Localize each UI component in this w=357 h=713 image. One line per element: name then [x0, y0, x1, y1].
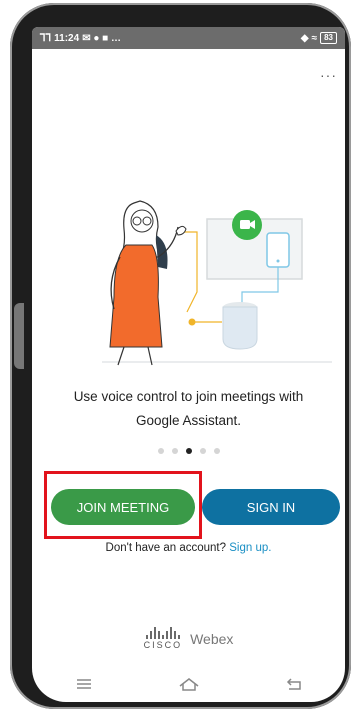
cisco-logo: CISCO: [144, 627, 183, 650]
shield-icon: ◆: [300, 32, 309, 44]
signup-row: Don't have an account? Sign up.: [32, 542, 345, 554]
page-dot: [199, 448, 206, 454]
home-icon[interactable]: [178, 676, 200, 692]
android-nav-bar: [32, 667, 345, 701]
more-options-button[interactable]: ···: [320, 67, 337, 83]
sign-in-button[interactable]: SIGN IN: [202, 489, 340, 525]
phone-screen: ⅂⅂ 11:24 ✉ ● ■ … ◆ ≈ 83 ··· Use voice co…: [32, 27, 345, 702]
cisco-wordmark: CISCO: [143, 640, 183, 650]
tagline-line-1: Use voice control to join meetings with: [73, 389, 304, 404]
join-meeting-button[interactable]: JOIN MEETING: [51, 489, 195, 525]
status-bar: ⅂⅂ 11:24 ✉ ● ■ … ◆ ≈ 83: [32, 27, 345, 49]
back-icon[interactable]: [285, 676, 303, 692]
cisco-bars-icon: [145, 627, 180, 639]
wifi-icon: ≈: [311, 32, 318, 44]
tagline-line-2: Google Assistant.: [135, 413, 242, 428]
status-time: 11:24: [54, 32, 80, 44]
phone-side-button: [14, 303, 24, 369]
page-dot: [213, 448, 220, 454]
page-dot-active: [185, 448, 192, 454]
phone-frame: ⅂⅂ 11:24 ✉ ● ■ … ◆ ≈ 83 ··· Use voice co…: [10, 3, 351, 709]
signal-icon: ⅂⅂: [40, 32, 52, 44]
page-dot: [157, 448, 164, 454]
page-dot: [171, 448, 178, 454]
signup-prompt: Don't have an account?: [105, 542, 227, 554]
brand-footer: CISCO Webex: [32, 627, 345, 650]
signup-link[interactable]: Sign up.: [229, 542, 271, 554]
battery-level: 83: [324, 33, 333, 42]
feature-description: Use voice control to join meetings with …: [32, 385, 345, 433]
webex-wordmark: Webex: [190, 630, 234, 647]
page-indicator: [32, 448, 345, 454]
notification-icons: ✉ ● ■ …: [82, 32, 121, 44]
battery-icon: 83: [320, 32, 337, 44]
camera-icon: [240, 220, 250, 229]
voice-assistant-illustration: [102, 200, 332, 366]
menu-icon[interactable]: [75, 677, 93, 691]
